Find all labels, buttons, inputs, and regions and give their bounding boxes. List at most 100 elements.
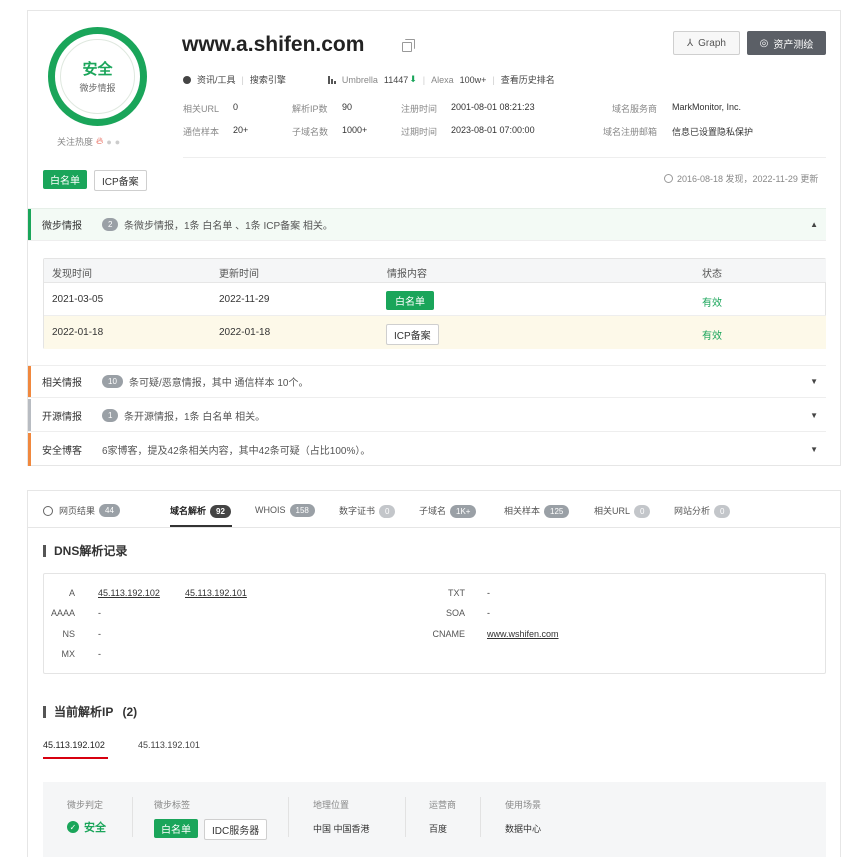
expire-value: 2023-08-01 07:00:00 [451,125,535,135]
history-rank-link[interactable]: 查看历史排名 [501,73,555,86]
chevron-down-icon[interactable]: ▼ [810,377,818,386]
cell-content-tag[interactable]: ICP备案 [386,324,439,345]
cell-status: 有效 [702,331,722,342]
table-header: 发现时间 更新时间 情报内容 状态 [44,259,826,283]
timeline-text: 2016-08-18 发现，2022-11-29 更新 [677,174,819,184]
tab-certificates[interactable]: 数字证书 0 [339,504,396,519]
dns-cname-value[interactable]: www.wshifen.com [487,629,559,639]
ip-tab-2[interactable]: 45.113.192.101 [138,740,200,750]
dns-aaaa-value: - [98,608,101,618]
cell-updated: 2022-11-29 [219,294,270,305]
open-count: 1 [102,408,119,422]
graph-button[interactable]: ⅄ Graph [673,31,740,55]
tools-link[interactable]: 资讯/工具 [197,73,236,86]
related-intel-section[interactable]: 相关情报 10 条可疑/恶意情报，其中 通信样本 10个。 ▼ [28,365,826,398]
dns-soa-label: SOA [445,608,465,618]
tab-web-results[interactable]: 网页结果 44 [43,504,120,517]
subdomain-value: 1000+ [342,125,368,135]
comm-sample-value: 20+ [233,125,249,135]
blog-text: 6家博客，提及42条相关内容，其中42条可疑（占比100%）。 [102,446,371,457]
tab-dns[interactable]: 域名解析 92 [170,504,231,519]
dns-soa-value: - [487,608,490,618]
reg-email-value: 信息已设置隐私保护 [672,127,754,137]
tab-whois[interactable]: WHOIS 158 [255,504,315,517]
open-intel-section[interactable]: 开源情报 1 条开源情报，1条 白名单 相关。 ▼ [28,399,826,432]
dns-mx-label: MX [61,649,76,659]
col-divider [405,797,406,837]
chevron-down-icon[interactable]: ▼ [810,411,818,420]
cell-found: 2021-03-05 [52,294,104,305]
tab-subdomains[interactable]: 子域名 1K+ [419,504,477,519]
col-divider [132,797,133,837]
col-divider [288,797,289,837]
asset-button-label: 资产测绘 [773,39,814,51]
registrar-label: 域名服务商 [612,104,658,114]
dns-heading: DNS解析记录 [43,545,127,557]
cell-status: 有效 [702,298,722,309]
reg-time-value: 2001-08-01 08:21:23 [451,102,535,112]
flame-icon: ● [106,136,112,147]
related-url-label: 相关URL [183,104,220,114]
timeline: 2016-08-18 发现，2022-11-29 更新 [664,172,818,185]
subdomain-label: 子域名数 [292,127,329,137]
resolve-ip-value: 90 [342,102,353,112]
dns-cname-label: CNAME [432,629,465,639]
copy-icon[interactable] [402,39,415,52]
isp-value: 百度 [429,824,448,834]
dns-ns-value: - [98,629,101,639]
dns-ns-label: NS [62,629,75,639]
intel-count: 2 [102,218,119,231]
comm-sample-label: 通信样本 [183,127,220,137]
trend-down-icon: ⬇ [409,74,417,84]
dns-txt-label: TXT [448,588,465,598]
ip-tab-underline [43,757,108,759]
related-url-value: 0 [233,102,239,112]
dns-a-ip-1[interactable]: 45.113.192.102 [98,588,160,598]
geo-value: 中国 中国香港 [313,824,370,834]
intel-title: 微步情报 [42,221,82,232]
related-text: 条可疑/恶意情报，其中 通信样本 10个。 [129,378,309,389]
alexa-label: Alexa [431,74,454,85]
th-updated: 更新时间 [219,269,259,280]
graph-icon: ⅄ [687,37,694,49]
umbrella-value: 11447 [383,74,409,85]
current-ip-title: 当前解析IP [54,705,114,719]
ip-tab-1[interactable]: 45.113.192.102 [43,740,105,750]
table-row: 2022-01-18 2022-01-18 ICP备案 有效 [44,316,826,349]
dns-a-ip-2[interactable]: 45.113.192.101 [185,588,247,598]
compass-icon [183,75,191,84]
bar-chart-icon [327,75,336,84]
registrar-value: MarkMonitor, Inc. [672,102,742,112]
cell-content-tag[interactable]: 白名单 [386,291,434,310]
asset-mapping-button[interactable]: ◎ 资产测绘 [747,31,826,55]
chevron-down-icon[interactable]: ▼ [810,445,818,454]
ip-whitelist-tag[interactable]: 白名单 [154,819,198,838]
tags-label: 微步标签 [154,800,191,810]
icp-tag[interactable]: ICP备案 [94,170,147,191]
reg-email-label: 域名注册邮箱 [603,127,658,137]
search-engine-link[interactable]: 搜索引擎 [250,73,286,86]
umbrella-label: Umbrella [341,74,378,85]
current-ip-heading: 当前解析IP (2) [43,706,137,718]
judge-value: ✓ 安全 [67,819,106,835]
expire-label: 过期时间 [401,127,438,137]
chevron-up-icon[interactable]: ▲ [810,220,818,229]
intel-text: 条微步情报，1条 白名单 、1条 ICP备案 相关。 [124,221,333,232]
whitelist-tag[interactable]: 白名单 [43,170,87,189]
tab-related-url[interactable]: 相关URL 0 [594,504,651,519]
domain-title: www.a.shifen.com [182,33,365,56]
security-blog-section[interactable]: 安全博客 6家博客，提及42条相关内容，其中42条可疑（占比100%）。 ▼ [28,433,826,466]
alexa-value: 100w+ [459,74,487,85]
intel-section-header[interactable]: 微步情报 2 条微步情报，1条 白名单 、1条 ICP备案 相关。 ▲ [28,208,826,241]
resolve-ip-label: 解析IP数 [292,104,328,114]
table-row: 2021-03-05 2022-11-29 白名单 有效 [44,283,826,316]
ip-idc-tag[interactable]: IDC服务器 [204,819,268,840]
tab-active-underline [170,525,232,527]
tab-site-analysis[interactable]: 网站分析 0 [674,504,731,519]
safety-ring: 安全 微步情报 [48,27,147,126]
tab-samples[interactable]: 相关样本 125 [504,504,570,519]
th-content: 情报内容 [387,269,427,280]
cell-found: 2022-01-18 [52,327,104,338]
divider [183,157,826,158]
dns-mx-value: - [98,649,101,659]
